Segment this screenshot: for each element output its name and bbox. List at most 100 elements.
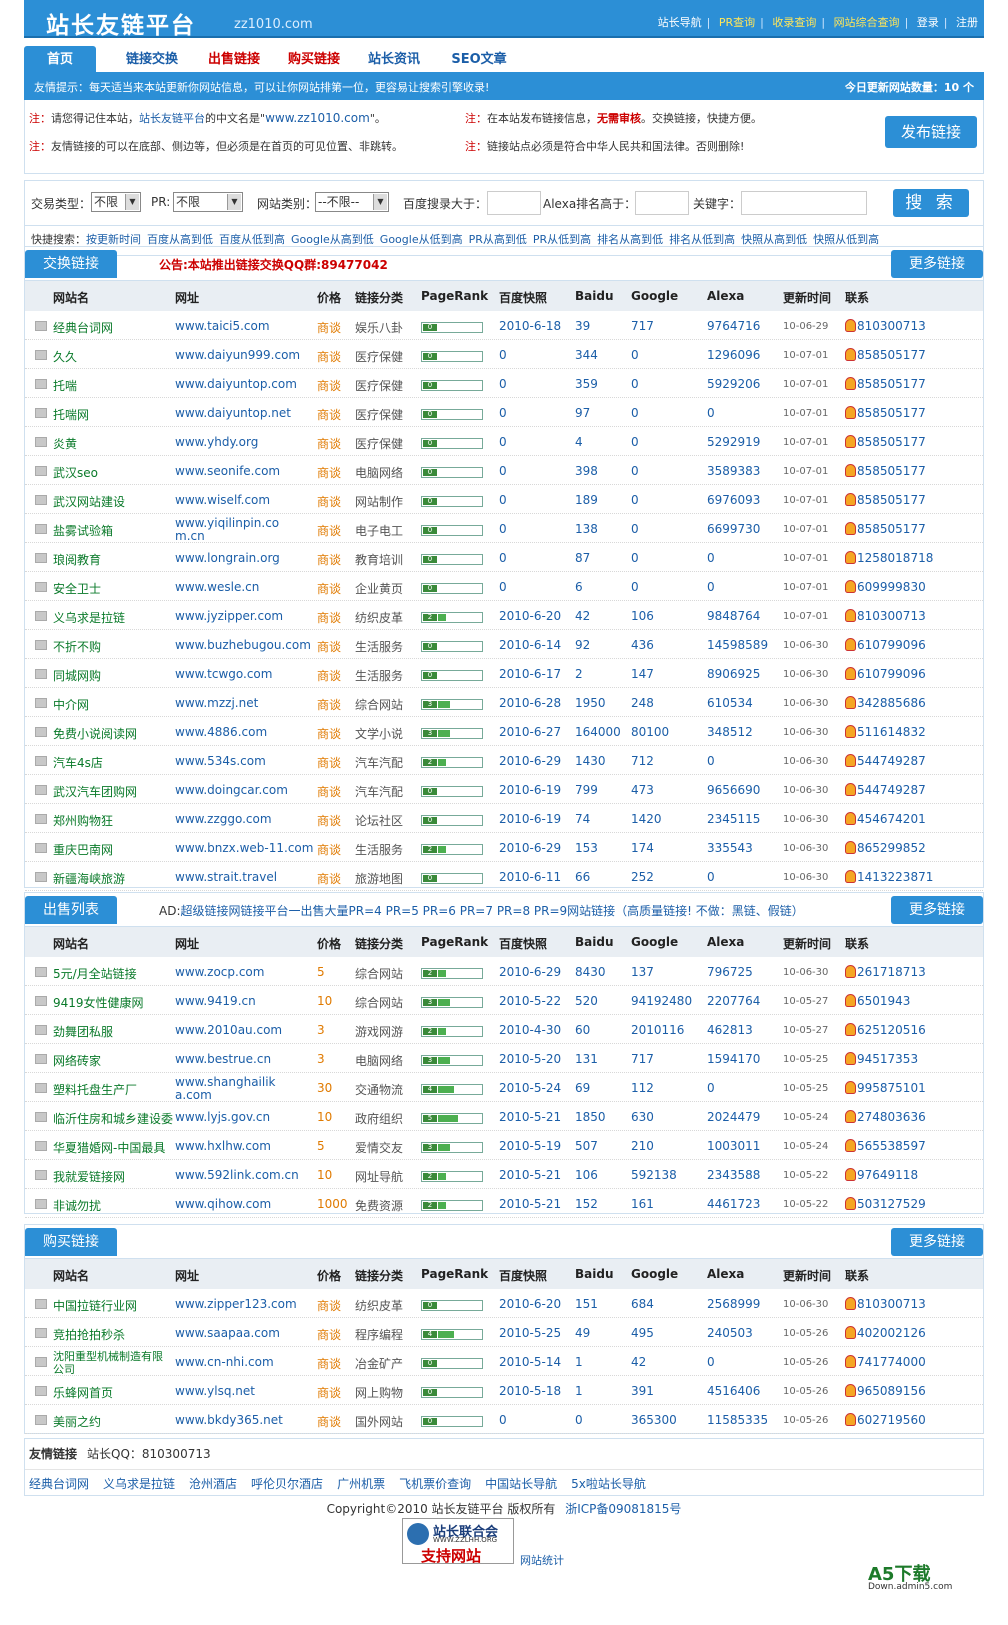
site-url[interactable]: www.buzhebugou.com (175, 638, 311, 652)
site-name[interactable]: 托喘网 (53, 406, 89, 423)
alexa-input[interactable] (635, 191, 689, 215)
quick-link[interactable]: 排名从低到高 (669, 233, 735, 246)
top-link-register[interactable]: 注册 (956, 16, 978, 29)
site-url[interactable]: www.2010au.com (175, 1023, 282, 1037)
qq-contact[interactable]: 858505177 (845, 435, 926, 449)
qq-contact[interactable]: 609999830 (845, 580, 926, 594)
friend-link[interactable]: 飞机票价查询 (399, 1477, 471, 1491)
icp-link[interactable]: 浙ICP备09081815号 (565, 1502, 681, 1516)
site-url[interactable]: www.zocp.com (175, 965, 264, 979)
friend-link[interactable]: 经典台词网 (29, 1477, 89, 1491)
quick-link[interactable]: PR从低到高 (533, 233, 591, 246)
quick-link[interactable]: 快照从低到高 (813, 233, 879, 246)
qq-contact[interactable]: 565538597 (845, 1139, 926, 1153)
quick-link[interactable]: Google从低到高 (380, 233, 463, 246)
qq-contact[interactable]: 965089156 (845, 1384, 926, 1398)
site-name[interactable]: 新疆海峡旅游 (53, 870, 125, 887)
qq-contact[interactable]: 810300713 (845, 319, 926, 333)
sell-title[interactable]: 出售列表 (25, 896, 117, 924)
site-name[interactable]: 汽车4s店 (53, 754, 103, 771)
qq-contact[interactable]: 741774000 (845, 1355, 926, 1369)
site-url[interactable]: www.yiqilinpin.com.cn (175, 517, 285, 543)
qq-contact[interactable]: 858505177 (845, 522, 926, 536)
site-url[interactable]: www.lyjs.gov.cn (175, 1110, 270, 1124)
site-url[interactable]: www.bkdy365.net (175, 1413, 283, 1427)
category-select[interactable]: --不限-- ▼ (315, 192, 389, 212)
site-name[interactable]: 美丽之约 (53, 1413, 101, 1430)
quick-link[interactable]: 百度从低到高 (219, 233, 285, 246)
site-url[interactable]: www.tcwgo.com (175, 667, 272, 681)
site-name[interactable]: 武汉网站建设 (53, 493, 125, 510)
site-url[interactable]: www.daiyuntop.net (175, 406, 291, 420)
site-stats-link[interactable]: 网站统计 (520, 1552, 564, 1568)
qq-contact[interactable]: 858505177 (845, 493, 926, 507)
friend-link[interactable]: 中国站长导航 (485, 1477, 557, 1491)
more-link-button[interactable]: 更多链接 (891, 896, 983, 924)
type-select[interactable]: 不限 ▼ (91, 192, 141, 212)
qq-contact[interactable]: 544749287 (845, 783, 926, 797)
site-url[interactable]: www.qihow.com (175, 1197, 271, 1211)
qq-contact[interactable]: 810300713 (845, 1297, 926, 1311)
site-url[interactable]: www.seonife.com (175, 464, 280, 478)
site-name[interactable]: 中介网 (53, 696, 89, 713)
nav-buy[interactable]: 购买链接 (274, 46, 354, 76)
qq-contact[interactable]: 1413223871 (845, 870, 933, 884)
qq-contact[interactable]: 602719560 (845, 1413, 926, 1427)
site-name[interactable]: 托喘 (53, 377, 77, 394)
site-name[interactable]: 劲舞团私服 (53, 1023, 113, 1040)
site-url[interactable]: www.longrain.org (175, 551, 280, 565)
top-link-pr[interactable]: PR查询 (719, 16, 755, 29)
site-url[interactable]: www.4886.com (175, 725, 267, 739)
friend-link[interactable]: 沧州酒店 (189, 1477, 237, 1491)
site-url[interactable]: www.hxlhw.com (175, 1139, 271, 1153)
site-name[interactable]: 非诚勿扰 (53, 1197, 101, 1214)
exchange-title[interactable]: 交换链接 (25, 250, 117, 278)
qq-contact[interactable]: 97649118 (845, 1168, 918, 1182)
qq-contact[interactable]: 94517353 (845, 1052, 918, 1066)
site-name[interactable]: 经典台词网 (53, 319, 113, 336)
qq-contact[interactable]: 511614832 (845, 725, 926, 739)
site-name[interactable]: 9419女性健康网 (53, 994, 144, 1011)
qq-contact[interactable]: 610799096 (845, 667, 926, 681)
qq-contact[interactable]: 402002126 (845, 1326, 926, 1340)
publish-link-button[interactable]: 发布链接 (885, 116, 977, 148)
site-name[interactable]: 同城网购 (53, 667, 101, 684)
baidu-input[interactable] (487, 191, 541, 215)
quick-link[interactable]: 快照从高到低 (741, 233, 807, 246)
friend-link[interactable]: 呼伦贝尔酒店 (251, 1477, 323, 1491)
site-name[interactable]: 5元/月全站链接 (53, 965, 137, 982)
site-name[interactable]: 不折不购 (53, 638, 101, 655)
site-url[interactable]: www.bestrue.cn (175, 1052, 271, 1066)
site-url[interactable]: www.doingcar.com (175, 783, 288, 797)
site-name[interactable]: 华夏猎婚网-中国最具 (53, 1139, 165, 1156)
top-link-query[interactable]: 网站综合查询 (834, 16, 900, 29)
qq-contact[interactable]: 544749287 (845, 754, 926, 768)
site-url[interactable]: www.mzzj.net (175, 696, 258, 710)
site-name[interactable]: 久久 (53, 348, 77, 365)
keyword-input[interactable] (741, 191, 867, 215)
site-name[interactable]: 郑州购物狂 (53, 812, 113, 829)
nav-home[interactable]: 首页 (24, 46, 96, 76)
site-name[interactable]: 炎黄 (53, 435, 77, 452)
quick-link[interactable]: 排名从高到低 (597, 233, 663, 246)
site-url[interactable]: www.jyzipper.com (175, 609, 283, 623)
qq-contact[interactable]: 610799096 (845, 638, 926, 652)
qq-contact[interactable]: 858505177 (845, 406, 926, 420)
nav-exchange[interactable]: 链接交换 (112, 46, 192, 76)
site-url[interactable]: www.wesle.cn (175, 580, 259, 594)
more-link-button[interactable]: 更多链接 (891, 1228, 983, 1256)
qq-contact[interactable]: 995875101 (845, 1081, 926, 1095)
buy-title[interactable]: 购买链接 (25, 1228, 117, 1256)
site-url[interactable]: www.9419.cn (175, 994, 256, 1008)
top-link-login[interactable]: 登录 (917, 16, 939, 29)
qq-contact[interactable]: 1258018718 (845, 551, 933, 565)
top-link-nav[interactable]: 站长导航 (658, 16, 702, 29)
site-url[interactable]: www.zzggo.com (175, 812, 272, 826)
qq-contact[interactable]: 261718713 (845, 965, 926, 979)
pr-select[interactable]: 不限 ▼ (173, 192, 243, 212)
site-url[interactable]: www.saapaa.com (175, 1326, 280, 1340)
site-url[interactable]: www.534s.com (175, 754, 266, 768)
site-url[interactable]: www.yhdy.org (175, 435, 258, 449)
site-name[interactable]: 义乌求是拉链 (53, 609, 125, 626)
qq-contact[interactable]: 454674201 (845, 812, 926, 826)
